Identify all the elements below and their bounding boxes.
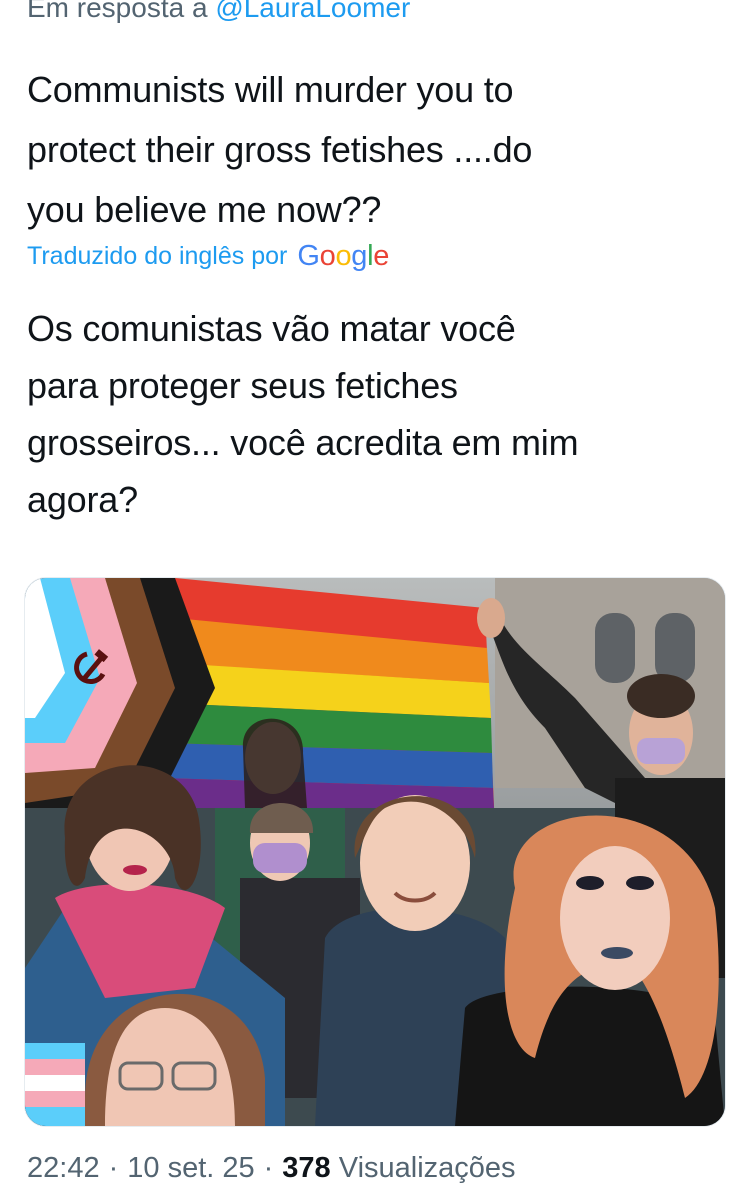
mentioned-user-link[interactable]: @LauraLoomer bbox=[215, 0, 410, 23]
separator-dot: · bbox=[263, 1152, 274, 1184]
tweet-photo[interactable] bbox=[24, 577, 726, 1127]
tweet-metadata: 22:42 · 10 set. 25 · 378 Visualizações bbox=[27, 1152, 516, 1185]
tweet-text: Communists will murder you to protect th… bbox=[27, 69, 533, 230]
google-logo: Google bbox=[297, 240, 390, 272]
translated-text: Os comunistas vão matar você para proteg… bbox=[27, 308, 579, 520]
reply-context: Em resposta a @LauraLoomer bbox=[27, 0, 410, 24]
building-window bbox=[595, 613, 635, 683]
hand bbox=[477, 598, 505, 638]
reply-prefix: Em resposta a bbox=[27, 0, 208, 23]
views-count: 378 bbox=[282, 1152, 331, 1184]
separator-dot: · bbox=[108, 1152, 119, 1184]
small-trans-flag bbox=[25, 1043, 85, 1126]
building-window bbox=[655, 613, 695, 683]
views-label: Visualizações bbox=[338, 1152, 516, 1184]
translation-attribution: Traduzido do inglês por Google bbox=[27, 240, 389, 273]
translated-by-link[interactable]: Traduzido do inglês por bbox=[27, 242, 287, 271]
photo-illustration bbox=[25, 578, 725, 1126]
tweet-date[interactable]: 10 set. 25 bbox=[127, 1152, 254, 1185]
tweet-time[interactable]: 22:42 bbox=[27, 1152, 100, 1185]
